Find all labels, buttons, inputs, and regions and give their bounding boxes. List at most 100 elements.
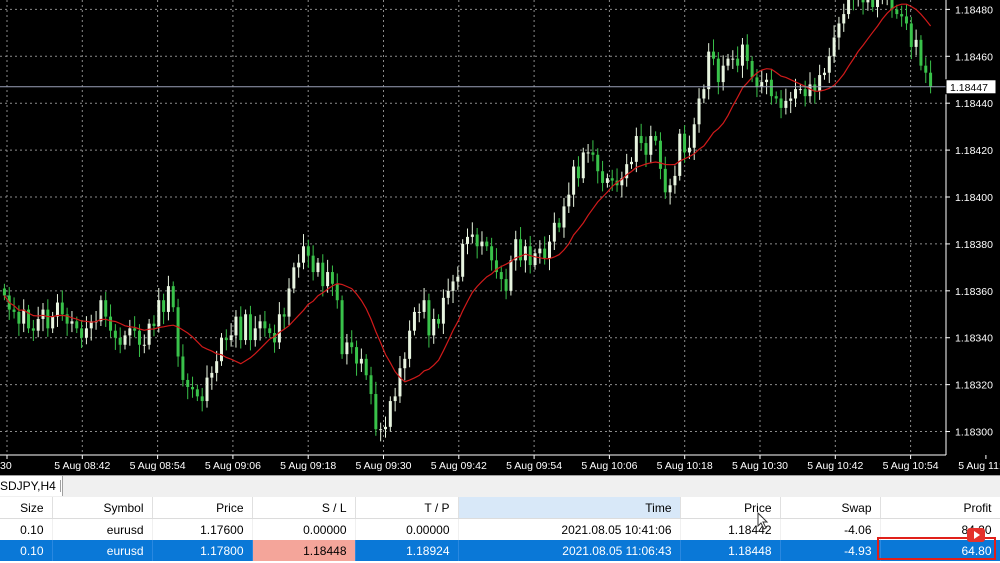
candle-body [379, 429, 383, 431]
candle-body [794, 89, 798, 99]
table-row[interactable]: 0.10 eurusd 1.17600 0.00000 0.00000 2021… [0, 518, 1000, 540]
candle-body [712, 51, 716, 59]
candle-body [480, 241, 484, 247]
time-tick-label: 5 Aug 09:18 [280, 460, 336, 472]
cell-swap: -4.06 [780, 518, 881, 540]
column-header-profit[interactable]: Profit [880, 497, 1000, 519]
candle-body [128, 328, 132, 336]
time-tick-label: 5 Aug 08:54 [130, 460, 186, 472]
candle-body [562, 206, 566, 228]
candle-body [205, 377, 209, 402]
price-tick-label: 1.18460 [955, 51, 993, 63]
candle-body [321, 262, 325, 287]
candle-body [99, 300, 103, 322]
candle-body [403, 358, 407, 369]
cell-time: 2021.08.05 10:41:06 [458, 518, 681, 540]
candle-body [186, 379, 190, 387]
time-tick-label: 5 Aug 10:18 [657, 460, 713, 472]
candle-body [769, 79, 773, 97]
candle-body [716, 58, 720, 83]
candle-body [142, 344, 146, 346]
candle-body [876, 0, 880, 8]
candle-body [55, 302, 59, 317]
candle-body [779, 98, 783, 108]
candle-body [277, 314, 281, 343]
chart-tab-bar: SDJPY,H4 [0, 475, 1000, 498]
candle-body [750, 60, 754, 78]
candle-body [84, 328, 88, 338]
candle-body [330, 272, 334, 284]
candle-body [408, 330, 412, 359]
candle-body [133, 328, 137, 331]
column-header-stop-loss[interactable]: S / L [252, 497, 356, 519]
candle-body [437, 318, 441, 324]
candle-body [446, 290, 450, 298]
table-row-selected[interactable]: 0.10 eurusd 1.17800 1.18448 1.18924 2021… [0, 540, 1000, 561]
column-header-swap[interactable]: Swap [780, 497, 881, 519]
time-tick-label: 5 Aug 11:06 [958, 460, 1000, 472]
candle-body [195, 389, 199, 397]
candlestick-series [2, 0, 933, 442]
candle-body [451, 281, 455, 291]
candle-body [46, 309, 50, 329]
candle-body [393, 396, 397, 402]
candle-body [219, 337, 223, 362]
column-header-size[interactable]: Size [0, 497, 53, 519]
cell-open-price: 1.17600 [152, 518, 253, 540]
candle-body [229, 335, 233, 341]
candle-body [470, 234, 474, 237]
candle-body [702, 89, 706, 99]
cell-stop-loss[interactable]: 1.18448 [252, 540, 356, 561]
price-tick-label: 1.18420 [955, 145, 993, 157]
candle-body [118, 337, 122, 345]
candle-body [490, 246, 494, 261]
candle-body [765, 79, 769, 83]
time-tick-label: 5 Aug 10:06 [581, 460, 637, 472]
candle-body [75, 321, 79, 329]
candle-body [311, 255, 315, 273]
candle-body [822, 72, 826, 76]
price-tick-label: 1.18300 [955, 427, 993, 439]
candle-body [818, 75, 822, 92]
candle-body [355, 347, 359, 364]
candle-body [538, 248, 542, 254]
current-price-label: 1.18447 [950, 82, 988, 94]
time-axis-labels: 30 5 Aug 08:42 5 Aug 08:54 5 Aug 09:06 5 Aug… [0, 455, 1000, 472]
time-tick-label: 5 Aug 10:42 [807, 460, 863, 472]
candle-body [634, 136, 638, 162]
current-price-marker: 1.18447 [945, 79, 997, 95]
candle-body [630, 161, 634, 165]
column-header-time[interactable]: Time [458, 497, 681, 519]
candle-body [499, 272, 503, 280]
candle-body [224, 337, 228, 341]
cell-take-profit[interactable]: 0.00000 [355, 518, 459, 540]
candle-body [731, 58, 735, 60]
cell-stop-loss[interactable]: 0.00000 [252, 518, 356, 540]
candle-body [697, 98, 701, 125]
price-tick-label: 1.18380 [955, 239, 993, 251]
candle-body [466, 236, 469, 244]
candle-body [808, 84, 812, 97]
candle-body [740, 44, 744, 66]
candle-body [789, 98, 793, 101]
candle-body [909, 23, 913, 47]
time-tick-label: 5 Aug 09:30 [355, 460, 411, 472]
tab-chart-symbol[interactable]: SDJPY,H4 [0, 476, 63, 496]
candle-body [596, 154, 600, 172]
price-tick-label: 1.18400 [955, 192, 993, 204]
candle-body [644, 143, 648, 155]
candle-body [263, 321, 267, 329]
column-header-symbol[interactable]: Symbol [52, 497, 153, 519]
candle-body [914, 39, 918, 47]
candle-body [668, 185, 672, 193]
column-header-take-profit[interactable]: T / P [355, 497, 459, 519]
column-header-open-price[interactable]: Price [152, 497, 253, 519]
candle-body [215, 361, 219, 373]
candle-body [784, 100, 788, 108]
candle-body [36, 318, 40, 331]
candle-body [461, 243, 465, 277]
cell-take-profit[interactable]: 1.18924 [355, 540, 459, 561]
chart-canvas[interactable]: 1.18480 1.18460 1.18440 1.18420 1.18400 1.183… [0, 0, 1000, 475]
price-chart[interactable]: 1.18480 1.18460 1.18440 1.18420 1.18400 1.183… [0, 0, 1000, 475]
candle-body [297, 262, 301, 268]
